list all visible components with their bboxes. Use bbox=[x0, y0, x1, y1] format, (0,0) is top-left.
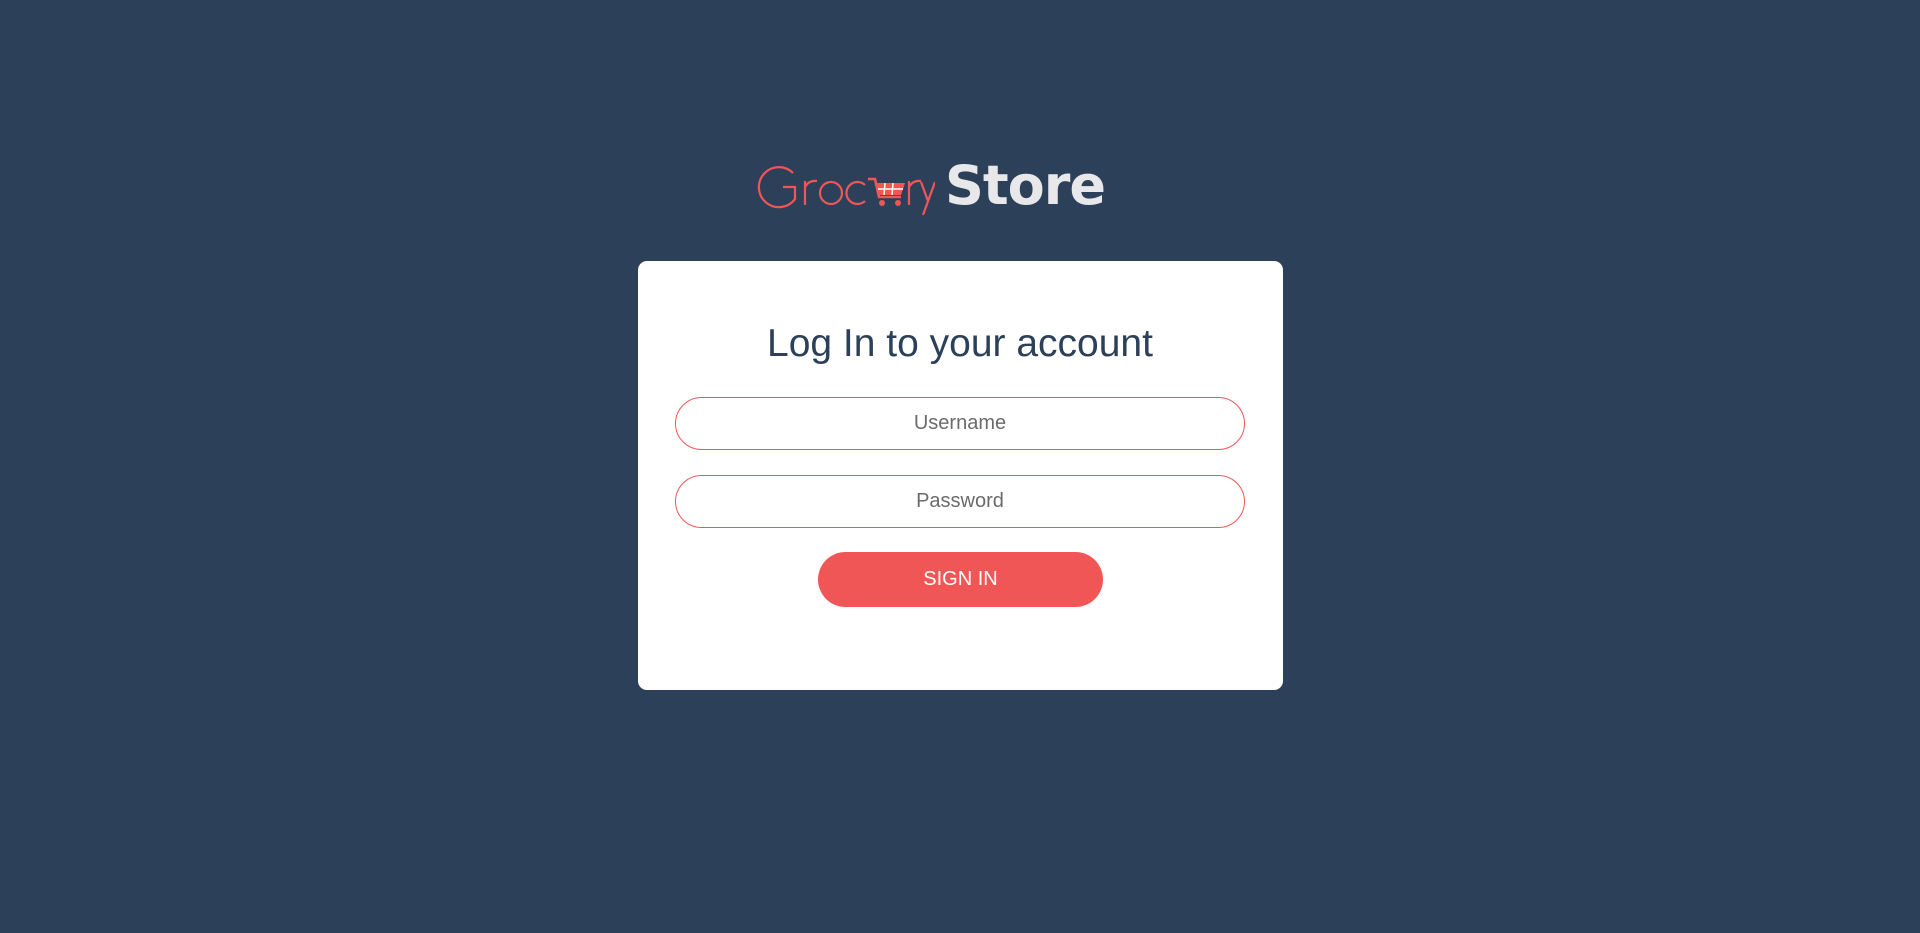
login-page: Store Log In to your account SIGN IN bbox=[0, 0, 1920, 933]
login-title: Log In to your account bbox=[767, 322, 1153, 365]
sign-in-button[interactable]: SIGN IN bbox=[818, 552, 1103, 607]
grocery-cart-logo-icon bbox=[757, 166, 935, 215]
username-input[interactable] bbox=[675, 397, 1245, 450]
brand-logo: Store bbox=[0, 150, 1890, 220]
password-input[interactable] bbox=[675, 475, 1245, 528]
logo-store-text: Store bbox=[944, 153, 1106, 217]
logo-wrap: Store bbox=[755, 153, 1106, 217]
